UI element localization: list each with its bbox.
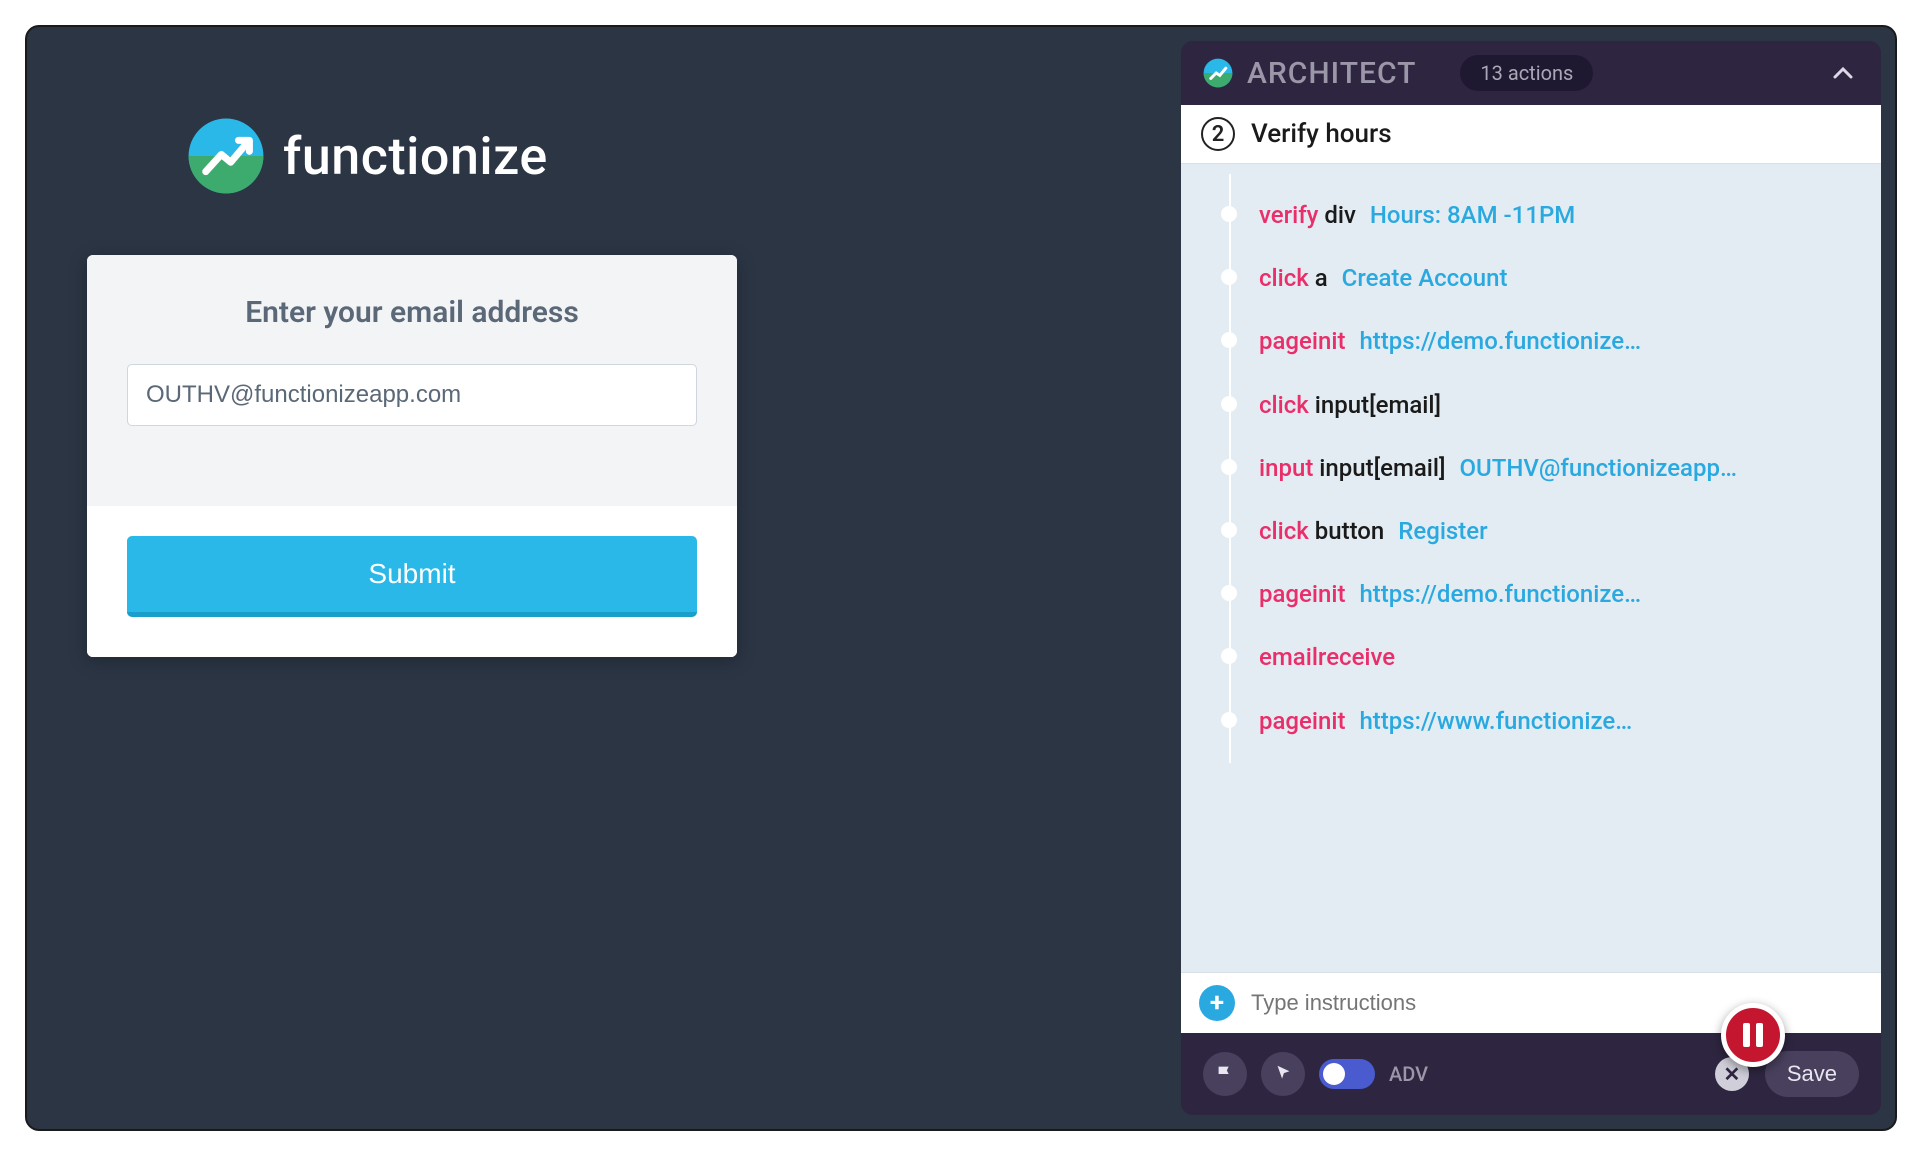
step-dot-icon xyxy=(1221,712,1237,728)
step-content: pageinit https://www.functionize… xyxy=(1259,706,1857,737)
step-dot-icon xyxy=(1221,269,1237,285)
email-field[interactable] xyxy=(127,364,697,426)
pause-icon xyxy=(1743,1023,1763,1047)
collapse-button[interactable] xyxy=(1827,55,1859,91)
architect-panel: ARCHITECT 13 actions 2 Verify hours veri… xyxy=(1181,41,1881,1115)
card-action-area: Submit xyxy=(87,506,737,657)
card-form-area: Enter your email address xyxy=(87,255,737,506)
architect-body: 2 Verify hours verify div Hours: 8AM -11… xyxy=(1181,105,1881,972)
brand-name: functionize xyxy=(283,126,548,187)
step-content: emailreceive xyxy=(1259,642,1857,673)
save-button[interactable]: Save xyxy=(1765,1051,1859,1097)
step-row[interactable]: pageinit https://www.functionize… xyxy=(1221,690,1857,753)
step-row[interactable]: click a Create Account xyxy=(1221,247,1857,310)
pause-record-button[interactable] xyxy=(1721,1003,1785,1067)
step-number: 2 xyxy=(1201,117,1235,151)
step-header[interactable]: 2 Verify hours xyxy=(1181,105,1881,164)
step-content: pageinit https://demo.functionize… xyxy=(1259,326,1857,357)
brand-logo: functionize xyxy=(187,117,1107,195)
step-dot-icon xyxy=(1221,396,1237,412)
step-row[interactable]: emailreceive xyxy=(1221,626,1857,689)
main-content: functionize Enter your email address Sub… xyxy=(27,27,1167,1129)
steps-timeline: verify div Hours: 8AM -11PM click a Creat… xyxy=(1181,164,1881,773)
step-dot-icon xyxy=(1221,648,1237,664)
step-content: input input[email] OUTHV@functionizeapp… xyxy=(1259,453,1857,484)
cursor-button[interactable] xyxy=(1261,1052,1305,1096)
step-dot-icon xyxy=(1221,459,1237,475)
step-content: click button Register xyxy=(1259,516,1857,547)
add-step-button[interactable]: + xyxy=(1199,985,1235,1021)
adv-toggle[interactable] xyxy=(1319,1059,1375,1089)
architect-footer: ADV ✕ Save xyxy=(1181,1033,1881,1115)
step-dot-icon xyxy=(1221,522,1237,538)
step-content: verify div Hours: 8AM -11PM xyxy=(1259,200,1857,231)
step-row[interactable]: click input[email] xyxy=(1221,374,1857,437)
step-dot-icon xyxy=(1221,332,1237,348)
form-title: Enter your email address xyxy=(127,295,697,330)
architect-header: ARCHITECT 13 actions xyxy=(1181,41,1881,105)
step-dot-icon xyxy=(1221,585,1237,601)
architect-logo-icon xyxy=(1203,58,1233,88)
functionize-logo-icon xyxy=(187,117,265,195)
app-frame: functionize Enter your email address Sub… xyxy=(25,25,1897,1131)
step-row[interactable]: pageinit https://demo.functionize… xyxy=(1221,310,1857,373)
step-row[interactable]: input input[email] OUTHV@functionizeapp… xyxy=(1221,437,1857,500)
step-row[interactable]: click button Register xyxy=(1221,500,1857,563)
step-row[interactable]: verify div Hours: 8AM -11PM xyxy=(1221,184,1857,247)
step-row[interactable]: pageinit https://demo.functionize… xyxy=(1221,563,1857,626)
actions-count-badge: 13 actions xyxy=(1460,55,1593,91)
step-content: click a Create Account xyxy=(1259,263,1857,294)
step-content: pageinit https://demo.functionize… xyxy=(1259,579,1857,610)
submit-button[interactable]: Submit xyxy=(127,536,697,617)
step-dot-icon xyxy=(1221,206,1237,222)
step-title: Verify hours xyxy=(1251,119,1392,149)
signup-card: Enter your email address Submit xyxy=(87,255,737,657)
step-content: click input[email] xyxy=(1259,390,1857,421)
architect-title: ARCHITECT xyxy=(1247,56,1416,91)
adv-label: ADV xyxy=(1389,1062,1428,1086)
flag-button[interactable] xyxy=(1203,1052,1247,1096)
